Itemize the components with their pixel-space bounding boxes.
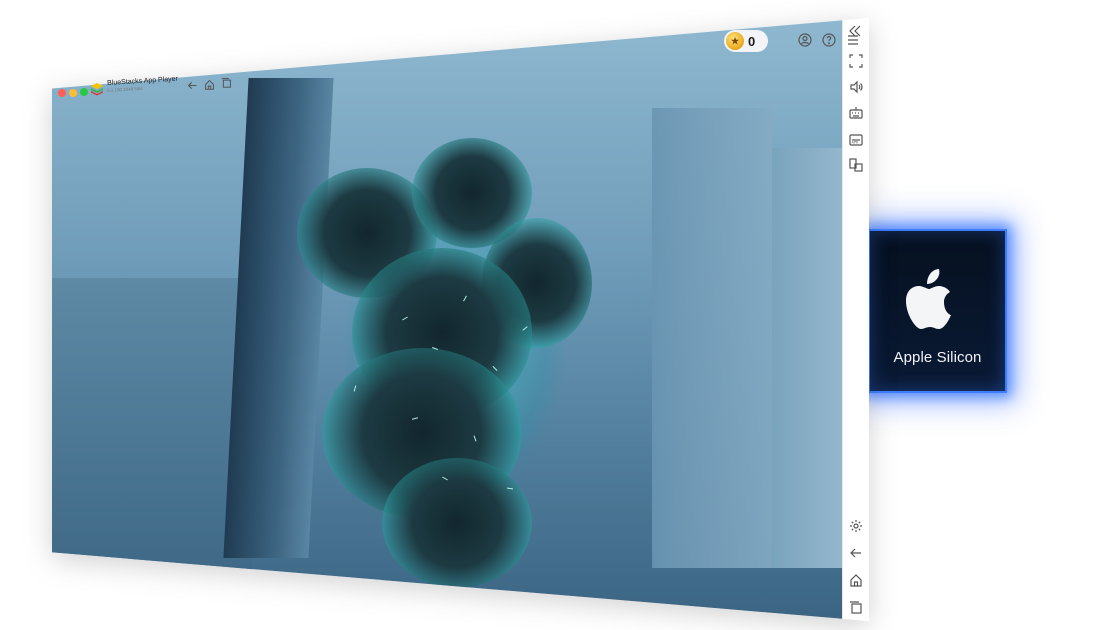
keyboard-controls-icon[interactable] <box>847 104 865 122</box>
coin-icon: ★ <box>726 32 744 50</box>
apple-logo-icon <box>906 269 951 329</box>
collapse-sidebar-icon[interactable] <box>848 24 862 38</box>
right-sidebar: APK <box>842 18 869 621</box>
coin-count: 0 <box>748 33 756 49</box>
bluestacks-logo-icon <box>91 83 103 96</box>
top-bar: ★ 0 <box>712 26 862 54</box>
minimize-window-button[interactable] <box>69 88 77 97</box>
app-window: APK ★ 0 <box>52 18 869 621</box>
recent-apps-icon[interactable] <box>220 76 232 88</box>
recent-apps-icon[interactable] <box>847 598 865 616</box>
apple-silicon-card: Apple Silicon <box>868 229 1007 393</box>
chip-label: Apple Silicon <box>893 349 982 366</box>
svg-text:APK: APK <box>852 141 860 145</box>
home-icon[interactable] <box>203 78 215 90</box>
multi-instance-icon[interactable] <box>847 156 865 174</box>
install-apk-icon[interactable]: APK <box>847 130 865 148</box>
app-version: 5.x.100.1048 N64 <box>107 85 143 93</box>
maximize-window-button[interactable] <box>80 88 88 96</box>
title-bar: BlueStacks App Player 5.x.100.1048 N64 <box>52 75 292 107</box>
account-icon[interactable] <box>796 31 814 49</box>
settings-icon[interactable] <box>847 517 865 535</box>
help-icon[interactable] <box>820 31 838 49</box>
back-icon[interactable] <box>847 544 865 562</box>
close-window-button[interactable] <box>58 89 66 97</box>
fullscreen-icon[interactable] <box>847 52 865 70</box>
coin-counter[interactable]: ★ 0 <box>724 30 768 52</box>
home-icon[interactable] <box>847 571 865 589</box>
back-icon[interactable] <box>186 79 198 91</box>
volume-icon[interactable] <box>847 78 865 96</box>
game-viewport[interactable] <box>52 18 842 621</box>
